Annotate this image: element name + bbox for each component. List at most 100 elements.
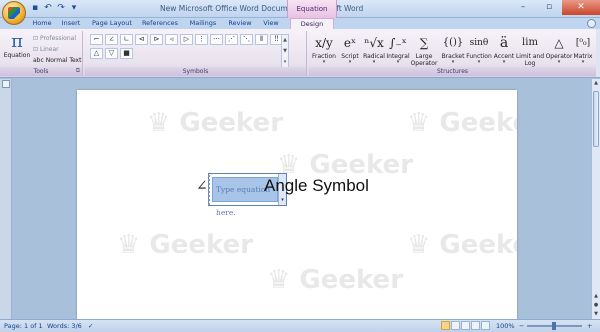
symbol-item[interactable]: ⋱	[240, 34, 253, 45]
integral-button[interactable]: ∫₋ˣ Integral ▾	[385, 33, 411, 67]
ruler-toggle-icon[interactable]	[2, 80, 10, 88]
vertical-scrollbar[interactable]: ▲ ▲ ● ▼	[591, 79, 600, 319]
status-bar: Page: 1 of 1 Words: 3/6 ✓ 100% − +	[0, 319, 600, 332]
undo-icon[interactable]: ↶	[43, 3, 53, 13]
scrollbar-thumb[interactable]	[593, 91, 599, 147]
accent-icon: ä	[499, 35, 509, 51]
function-button[interactable]: sinθ Function ▾	[466, 33, 492, 67]
symbol-item[interactable]: ◃	[165, 34, 178, 45]
symbol-item[interactable]: ▷	[180, 34, 193, 45]
close-button[interactable]: ✕	[562, 0, 600, 15]
tab-review[interactable]: Review	[224, 18, 256, 29]
print-layout-icon[interactable]	[441, 321, 450, 330]
scroll-down-icon[interactable]: ▼	[282, 46, 288, 57]
watermark-logo: ♛ Geeker	[267, 265, 404, 295]
ribbon-tabs: Home Insert Page Layout References Maili…	[0, 18, 600, 29]
chevron-down-icon: ▾	[281, 197, 284, 203]
zoom-slider[interactable]	[527, 322, 582, 330]
symbol-item[interactable]: ■	[120, 48, 133, 59]
zoom-slider-knob[interactable]	[552, 322, 556, 330]
office-button[interactable]	[2, 1, 26, 25]
limit-and-log-button[interactable]: lim Limit and Log	[515, 33, 545, 67]
ribbon: π Equation ⊡ Professional ⊡ Linear abc N…	[0, 29, 600, 78]
dialog-launcher-icon[interactable]: ⧉	[76, 67, 80, 75]
sum-icon: ∑	[419, 36, 429, 50]
professional-button[interactable]: ⊡ Professional	[33, 35, 76, 42]
symbol-item[interactable]: ∠	[105, 34, 118, 45]
tab-view[interactable]: View	[258, 18, 284, 29]
chevron-down-icon: ▾	[372, 59, 376, 65]
outline-icon[interactable]	[471, 321, 480, 330]
large-operator-label: Large Operator	[410, 53, 438, 67]
tab-page-layout[interactable]: Page Layout	[88, 18, 136, 29]
word-count[interactable]: Words: 3/6	[47, 322, 82, 330]
symbol-item[interactable]: ⊲	[135, 34, 148, 45]
full-screen-reading-icon[interactable]	[451, 321, 460, 330]
equation-button[interactable]: π Equation	[2, 32, 32, 65]
equation-label: Equation	[3, 52, 31, 59]
zoom-out-icon[interactable]: −	[519, 322, 524, 330]
fraction-button[interactable]: x/y Fraction ▾	[311, 33, 337, 67]
watermark-logo: ♛ Geeker	[407, 230, 517, 260]
ribbon-edge	[596, 29, 600, 77]
proofing-icon[interactable]: ✓	[88, 322, 93, 330]
script-icon: eˣ	[343, 36, 357, 50]
tab-references[interactable]: References	[138, 18, 182, 29]
document-text[interactable]: Angle Symbol	[264, 176, 369, 196]
chevron-down-icon: ▾	[348, 59, 352, 65]
bracket-icon: {()}	[442, 37, 464, 48]
zoom-level[interactable]: 100%	[496, 322, 515, 330]
chevron-down-icon: ▾	[477, 59, 481, 65]
symbol-item[interactable]: ⫴	[255, 34, 268, 45]
tab-home[interactable]: Home	[28, 18, 56, 29]
operator-button[interactable]: △ Operator ▾	[545, 33, 573, 67]
scroll-up-icon[interactable]: ▲	[282, 35, 288, 46]
normal-text-button[interactable]: abc Normal Text	[33, 57, 81, 64]
bracket-button[interactable]: {()} Bracket ▾	[440, 33, 466, 67]
chevron-down-icon: ▾	[502, 59, 506, 65]
document-page[interactable]: ♛ Geeker ♛ Geeker ♛ Geeker ♛ Geeker ♛ Ge…	[77, 90, 517, 319]
minimize-button[interactable]: –	[510, 0, 536, 15]
previous-page-icon[interactable]: ▲	[592, 292, 600, 301]
equation-drag-handle[interactable]	[208, 175, 211, 205]
tab-mailings[interactable]: Mailings	[184, 18, 222, 29]
symbol-item[interactable]: ▽	[105, 48, 118, 59]
tools-group: π Equation ⊡ Professional ⊡ Linear abc N…	[0, 31, 83, 76]
tab-design[interactable]: Design	[290, 18, 334, 29]
next-page-icon[interactable]: ▼	[592, 310, 600, 319]
tab-insert[interactable]: Insert	[57, 18, 85, 29]
customize-qat-icon[interactable]: ▾	[69, 3, 79, 13]
matrix-button[interactable]: [⁰₀] Matrix ▾	[571, 33, 595, 67]
select-browse-object-icon[interactable]: ●	[592, 301, 600, 310]
web-layout-icon[interactable]	[461, 321, 470, 330]
pi-icon: π	[11, 31, 23, 52]
symbol-item[interactable]: ⋯	[210, 34, 223, 45]
draft-icon[interactable]	[481, 321, 490, 330]
maximize-button[interactable]: ▫	[536, 0, 562, 15]
window-controls: – ▫ ✕	[510, 0, 600, 15]
page-count[interactable]: Page: 1 of 1	[4, 322, 43, 330]
symbol-item[interactable]: ⊳	[150, 34, 163, 45]
symbol-gallery-scroll[interactable]: ▲ ▼ ▾	[281, 34, 289, 68]
contextual-tab-group-label: Equation Tools	[287, 0, 337, 31]
large-operator-button[interactable]: ∑ Large Operator	[410, 33, 438, 67]
accent-button[interactable]: ä Accent ▾	[491, 33, 517, 67]
matrix-icon: [⁰₀]	[575, 38, 591, 48]
symbol-item[interactable]: △	[90, 48, 103, 59]
symbol-item[interactable]: ∟	[120, 34, 133, 45]
save-icon[interactable]: ▪	[30, 3, 40, 13]
symbol-item[interactable]: ⌐	[90, 34, 103, 45]
zoom-in-icon[interactable]: +	[587, 322, 592, 330]
scroll-up-icon[interactable]: ▲	[592, 79, 600, 88]
help-icon[interactable]	[587, 19, 596, 28]
symbol-item[interactable]: ⋮	[195, 34, 208, 45]
linear-button[interactable]: ⊡ Linear	[33, 46, 59, 53]
radical-button[interactable]: ⁿ√x Radical ▾	[361, 33, 387, 67]
script-button[interactable]: eˣ Script ▾	[337, 33, 363, 67]
symbol-item[interactable]: ⋰	[225, 34, 238, 45]
office-logo-icon	[8, 7, 20, 19]
symbols-group: ⌐ ∠ ∟ ⊲ ⊳ ◃ ▷ ⋮ ⋯ ⋰ ⋱ ⫴ ‼ △ ▽ ■ ▲ ▼ ▾ Sy…	[85, 31, 307, 76]
quick-access-toolbar: ▪ ↶ ↷ ▾	[30, 3, 79, 13]
redo-icon[interactable]: ↷	[56, 3, 66, 13]
watermark-logo: ♛ Geeker	[147, 108, 284, 138]
